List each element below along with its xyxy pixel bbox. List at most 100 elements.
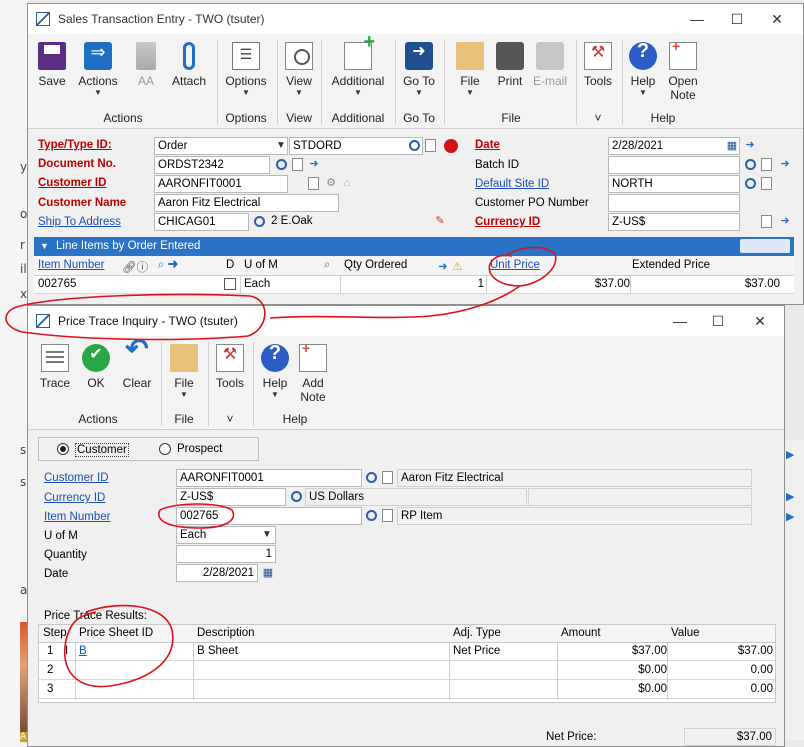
date-label[interactable]: Date [475, 139, 500, 151]
minimize-button[interactable]: — [662, 310, 698, 332]
customer-po-field[interactable] [608, 194, 740, 212]
cell-uom[interactable]: Each [244, 278, 270, 290]
arrow-right-icon[interactable]: ➜ [778, 157, 792, 171]
open-note-button[interactable]: OpenNote [663, 39, 703, 102]
item-number-label[interactable]: Item Number [44, 511, 110, 523]
prospect-radio[interactable] [159, 443, 171, 455]
quantity-field[interactable]: 1 [176, 545, 276, 563]
item-number-field[interactable]: 002765 [176, 507, 362, 525]
customer-id-label[interactable]: Customer ID [44, 472, 109, 484]
document-icon[interactable] [425, 139, 436, 152]
table-row[interactable]: 3 $0.00 0.00 [39, 681, 775, 699]
cell-item-number[interactable]: 002765 [38, 278, 76, 290]
ship-to-address-label[interactable]: Ship To Address [38, 216, 121, 228]
table-row[interactable]: 002765 Each 1 $37.00 $37.00 [34, 276, 794, 294]
tools-button[interactable]: Tools [212, 344, 248, 390]
currency-id-label[interactable]: Currency ID [475, 216, 540, 228]
column-unit-price[interactable]: Unit Price [490, 259, 540, 271]
cell-qty-ordered[interactable]: 1 [344, 278, 484, 290]
ok-button[interactable]: OK [78, 344, 114, 390]
clear-button[interactable]: Clear [118, 342, 156, 390]
arrow-right-icon[interactable]: ➜ [743, 138, 757, 152]
date-field[interactable]: 2/28/2021 [608, 137, 740, 155]
lookup-icon[interactable] [364, 471, 378, 485]
document-icon[interactable] [382, 509, 393, 522]
calendar-icon[interactable]: ▦ [261, 566, 275, 580]
help-button[interactable]: Help▼ [258, 344, 292, 400]
lookup-icon[interactable] [743, 177, 757, 191]
file-button[interactable]: File ▼ [452, 42, 488, 98]
email-button[interactable]: E-mail [530, 42, 570, 88]
checkbox[interactable] [224, 278, 236, 290]
default-site-id-label[interactable]: Default Site ID [475, 178, 549, 190]
help-button[interactable]: Help▼ [626, 42, 660, 98]
cell-extended-price[interactable]: $37.00 [634, 278, 780, 290]
calendar-icon[interactable]: ▦ [725, 139, 739, 153]
customer-name-field[interactable]: Aaron Fitz Electrical [154, 194, 339, 212]
gear-icon[interactable]: ⚙ [324, 176, 338, 190]
group-label-tools[interactable]: ˅ [218, 412, 242, 426]
date-field[interactable]: 2/28/2021 [176, 564, 258, 582]
arrow-right-icon[interactable]: ➜ [438, 259, 448, 273]
file-button[interactable]: File ▼ [166, 344, 202, 400]
group-label-tools[interactable]: ˅ [583, 111, 613, 125]
close-button[interactable]: ✕ [759, 8, 795, 30]
additional-button[interactable]: Additional▼ [326, 35, 390, 98]
customer-id-field[interactable]: AARONFIT0001 [176, 469, 362, 487]
prospect-radio-label[interactable]: Prospect [177, 443, 222, 455]
attach-button[interactable]: Attach [166, 42, 212, 88]
lookup-icon[interactable]: ⌕ [324, 259, 330, 272]
edit-address-icon[interactable]: ✎ [433, 214, 447, 228]
trace-button[interactable]: Trace [36, 344, 74, 390]
arrow-right-icon[interactable]: ➜ [778, 214, 792, 228]
customer-radio[interactable] [57, 443, 69, 455]
table-row[interactable]: 2 $0.00 0.00 [39, 662, 775, 680]
type-label[interactable]: Type/Type ID: [38, 139, 112, 151]
collapse-icon[interactable]: ▼ [40, 237, 49, 256]
cell-unit-price[interactable]: $37.00 [490, 278, 630, 290]
customer-id-field[interactable]: AARONFIT0001 [154, 175, 288, 193]
customer-radio-label[interactable]: Customer [75, 443, 129, 457]
maximize-button[interactable]: ☐ [719, 8, 755, 30]
document-number-field[interactable]: ORDST2342 [154, 156, 270, 174]
column-item-number[interactable]: Item Number [38, 259, 104, 271]
actions-button[interactable]: Actions▼ [74, 42, 122, 98]
view-button[interactable]: View ▼ [281, 42, 317, 98]
minimize-button[interactable]: — [679, 8, 715, 30]
type-select[interactable]: Order [154, 137, 288, 155]
tools-button[interactable]: Tools [580, 42, 616, 88]
document-icon[interactable] [761, 158, 772, 171]
print-button[interactable]: Print [491, 42, 529, 88]
grid-expand-icons[interactable] [740, 239, 790, 253]
currency-id-field[interactable]: Z-US$ [176, 488, 286, 506]
currency-id-label[interactable]: Currency ID [44, 492, 105, 504]
table-row[interactable]: 1 I B B Sheet Net Price $37.00 $37.00 [39, 643, 775, 661]
arrow-right-icon[interactable]: ➜ [307, 157, 321, 171]
document-icon[interactable] [761, 177, 772, 190]
goto-button[interactable]: Go To▼ [399, 42, 439, 98]
document-icon[interactable] [761, 215, 772, 228]
address-icon[interactable]: ⌂ [340, 176, 354, 190]
cell-price-sheet-id[interactable]: B [79, 645, 87, 657]
close-button[interactable]: ✕ [742, 310, 778, 332]
type-id-field[interactable]: STDORD [289, 137, 423, 155]
options-button[interactable]: Options▼ [221, 42, 271, 98]
lookup-icon[interactable] [289, 490, 303, 504]
grid-lookup-icons[interactable]: ⌕ ➜ [158, 259, 178, 272]
aa-button[interactable]: AA [128, 42, 164, 88]
uom-select[interactable]: Each [176, 526, 276, 544]
note-icon[interactable] [308, 177, 319, 190]
maximize-button[interactable]: ☐ [700, 310, 736, 332]
lookup-icon[interactable] [407, 139, 421, 153]
currency-id-field[interactable]: Z-US$ [608, 213, 740, 231]
lookup-icon[interactable] [743, 158, 757, 172]
document-icon[interactable] [292, 158, 303, 171]
lookup-icon[interactable] [252, 215, 266, 229]
add-note-button[interactable]: AddNote [294, 341, 332, 404]
ship-to-field[interactable]: CHICAG01 [154, 213, 249, 231]
batch-id-field[interactable] [608, 156, 740, 174]
save-button[interactable]: Save [34, 42, 70, 88]
customer-id-label[interactable]: Customer ID [38, 177, 106, 189]
default-site-id-field[interactable]: NORTH [608, 175, 740, 193]
document-icon[interactable] [382, 471, 393, 484]
